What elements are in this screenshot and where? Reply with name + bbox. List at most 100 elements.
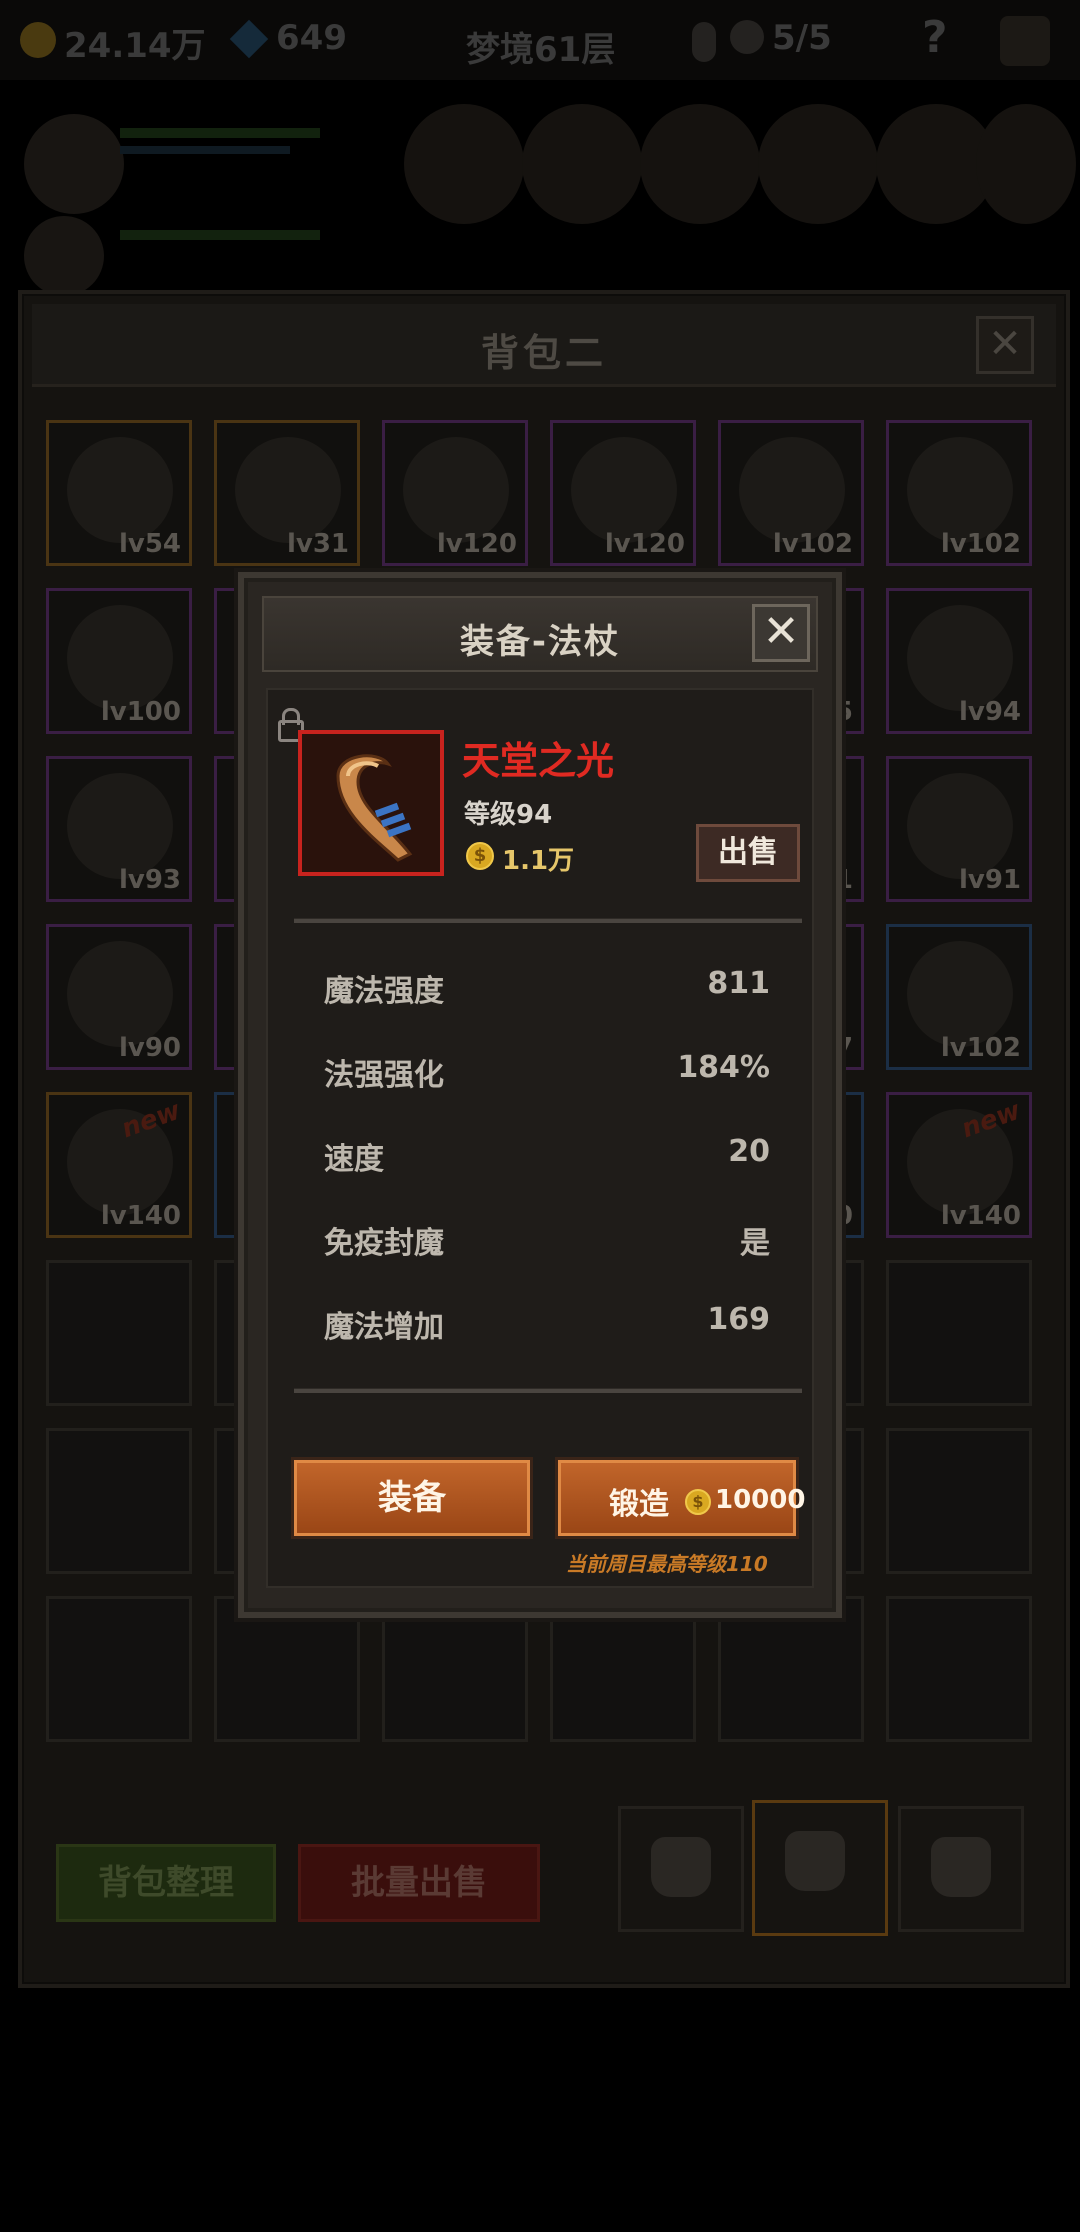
divider bbox=[294, 1388, 802, 1393]
hero-portrait[interactable] bbox=[24, 114, 124, 214]
stat-value: 184% bbox=[677, 1050, 770, 1085]
forge-button[interactable]: 锻造 $ 10000 bbox=[558, 1460, 805, 1536]
inventory-slot[interactable]: lv54 bbox=[46, 420, 192, 566]
slot-level: lv54 bbox=[118, 529, 181, 559]
companion-portrait[interactable] bbox=[24, 216, 104, 296]
equipment-icon bbox=[235, 437, 341, 543]
equipment-icon bbox=[67, 941, 173, 1047]
empty-inventory-slot[interactable] bbox=[886, 1428, 1032, 1574]
inventory-slot[interactable]: lv140 new bbox=[46, 1092, 192, 1238]
skill-slot-6[interactable] bbox=[976, 104, 1076, 224]
slot-level: lv120 bbox=[604, 529, 685, 559]
empty-inventory-slot[interactable] bbox=[46, 1260, 192, 1406]
forge-cost: 10000 bbox=[715, 1485, 806, 1515]
gold-amount: 24.14万 bbox=[64, 26, 206, 66]
stat-value: 是 bbox=[740, 1226, 770, 1261]
forge-label: 锻造 bbox=[609, 1487, 669, 1522]
settings-icon[interactable] bbox=[1000, 16, 1050, 66]
backpack-tab-2[interactable] bbox=[752, 1800, 888, 1936]
hero-row bbox=[0, 90, 1080, 296]
slot-level: lv93 bbox=[118, 865, 181, 895]
slot-level: lv102 bbox=[940, 529, 1021, 559]
empty-inventory-slot[interactable] bbox=[886, 1260, 1032, 1406]
slot-level: lv31 bbox=[286, 529, 349, 559]
bulk-sell-button[interactable]: 批量出售 bbox=[298, 1844, 540, 1922]
empty-inventory-slot[interactable] bbox=[46, 1596, 192, 1742]
inventory-slot[interactable]: lv100 bbox=[46, 588, 192, 734]
equip-button[interactable]: 装备 bbox=[294, 1460, 530, 1536]
equipment-icon bbox=[67, 605, 173, 711]
item-sell-price: 1.1万 bbox=[502, 846, 575, 876]
slot-level: lv90 bbox=[118, 1033, 181, 1063]
backpack-title: 背包二 bbox=[480, 331, 607, 375]
backpack-tab-1[interactable] bbox=[618, 1806, 744, 1932]
stat-name: 法强强化 bbox=[324, 1058, 444, 1093]
backpack-icon bbox=[785, 1831, 845, 1891]
equipment-icon bbox=[907, 437, 1013, 543]
inventory-slot[interactable]: lv31 bbox=[214, 420, 360, 566]
backpack-header: 背包二 ✕ bbox=[32, 304, 1056, 387]
gold-coin-icon: $ bbox=[466, 842, 494, 870]
backpack-close-button[interactable]: ✕ bbox=[976, 316, 1034, 374]
stat-name: 魔法增加 bbox=[324, 1310, 444, 1345]
equipment-icon bbox=[571, 437, 677, 543]
equipment-icon bbox=[67, 437, 173, 543]
inventory-slot[interactable]: lv102 bbox=[886, 924, 1032, 1070]
max-level-note: 当前周目最高等级110 bbox=[566, 1552, 768, 1576]
item-level: 等级94 bbox=[464, 800, 553, 830]
gem-amount: 649 bbox=[276, 18, 347, 58]
stat-value: 20 bbox=[728, 1134, 770, 1169]
staff-horn-icon bbox=[336, 754, 413, 862]
inventory-slot[interactable]: lv91 bbox=[886, 756, 1032, 902]
skull-count: 5/5 bbox=[772, 18, 832, 58]
stat-value: 811 bbox=[707, 966, 770, 1001]
slot-level: lv140 bbox=[940, 1201, 1021, 1231]
empty-inventory-slot[interactable] bbox=[886, 1596, 1032, 1742]
empty-inventory-slot[interactable] bbox=[46, 1428, 192, 1574]
equipment-icon bbox=[907, 605, 1013, 711]
stat-name: 速度 bbox=[324, 1142, 384, 1177]
equipment-icon bbox=[67, 773, 173, 879]
dialog-header: 装备-法杖 ✕ bbox=[262, 596, 818, 672]
inventory-slot[interactable]: lv94 bbox=[886, 588, 1032, 734]
help-button[interactable]: ? bbox=[922, 12, 948, 63]
hero-mp-bar bbox=[120, 146, 290, 154]
equipment-icon bbox=[739, 437, 845, 543]
skill-slot-2[interactable] bbox=[522, 104, 642, 224]
inventory-slot[interactable]: lv120 bbox=[382, 420, 528, 566]
skill-slot-3[interactable] bbox=[640, 104, 760, 224]
hero-hp-bar bbox=[120, 128, 320, 138]
item-icon-frame bbox=[298, 730, 444, 876]
backpack-icon bbox=[931, 1837, 991, 1897]
inventory-slot[interactable]: lv140 new bbox=[886, 1092, 1032, 1238]
inventory-slot[interactable]: lv102 bbox=[886, 420, 1032, 566]
dream-layer: 梦境61层 bbox=[466, 30, 616, 70]
item-name: 天堂之光 bbox=[462, 739, 615, 783]
stat-name: 魔法强度 bbox=[324, 974, 444, 1009]
equipment-icon bbox=[907, 773, 1013, 879]
inventory-slot[interactable]: lv102 bbox=[718, 420, 864, 566]
backpack-tab-3[interactable] bbox=[898, 1806, 1024, 1932]
slot-level: lv140 bbox=[100, 1201, 181, 1231]
slot-level: lv102 bbox=[940, 1033, 1021, 1063]
inventory-slot[interactable]: lv93 bbox=[46, 756, 192, 902]
equipment-icon bbox=[403, 437, 509, 543]
slot-level: lv102 bbox=[772, 529, 853, 559]
top-status-bar: 24.14万 649 梦境61层 5/5 ? bbox=[0, 0, 1080, 80]
inventory-slot[interactable]: lv120 bbox=[550, 420, 696, 566]
skill-slot-1[interactable] bbox=[404, 104, 524, 224]
gold-coin-icon bbox=[20, 22, 56, 58]
sell-button[interactable]: 出售 bbox=[696, 824, 800, 882]
divider bbox=[294, 918, 802, 923]
key-icon bbox=[692, 22, 716, 62]
equipment-detail-dialog: 装备-法杖 ✕ 天堂之光 等级94 $ 1.1万 出售 魔法强度 811 法强强… bbox=[238, 572, 842, 1618]
slot-level: lv120 bbox=[436, 529, 517, 559]
skull-icon bbox=[730, 20, 764, 54]
sort-backpack-button[interactable]: 背包整理 bbox=[56, 1844, 276, 1922]
inventory-slot[interactable]: lv90 bbox=[46, 924, 192, 1070]
skill-slot-4[interactable] bbox=[758, 104, 878, 224]
stat-name: 免疫封魔 bbox=[324, 1226, 444, 1261]
slot-level: lv91 bbox=[958, 865, 1021, 895]
dialog-close-button[interactable]: ✕ bbox=[752, 604, 810, 662]
dialog-title: 装备-法杖 bbox=[459, 622, 621, 662]
